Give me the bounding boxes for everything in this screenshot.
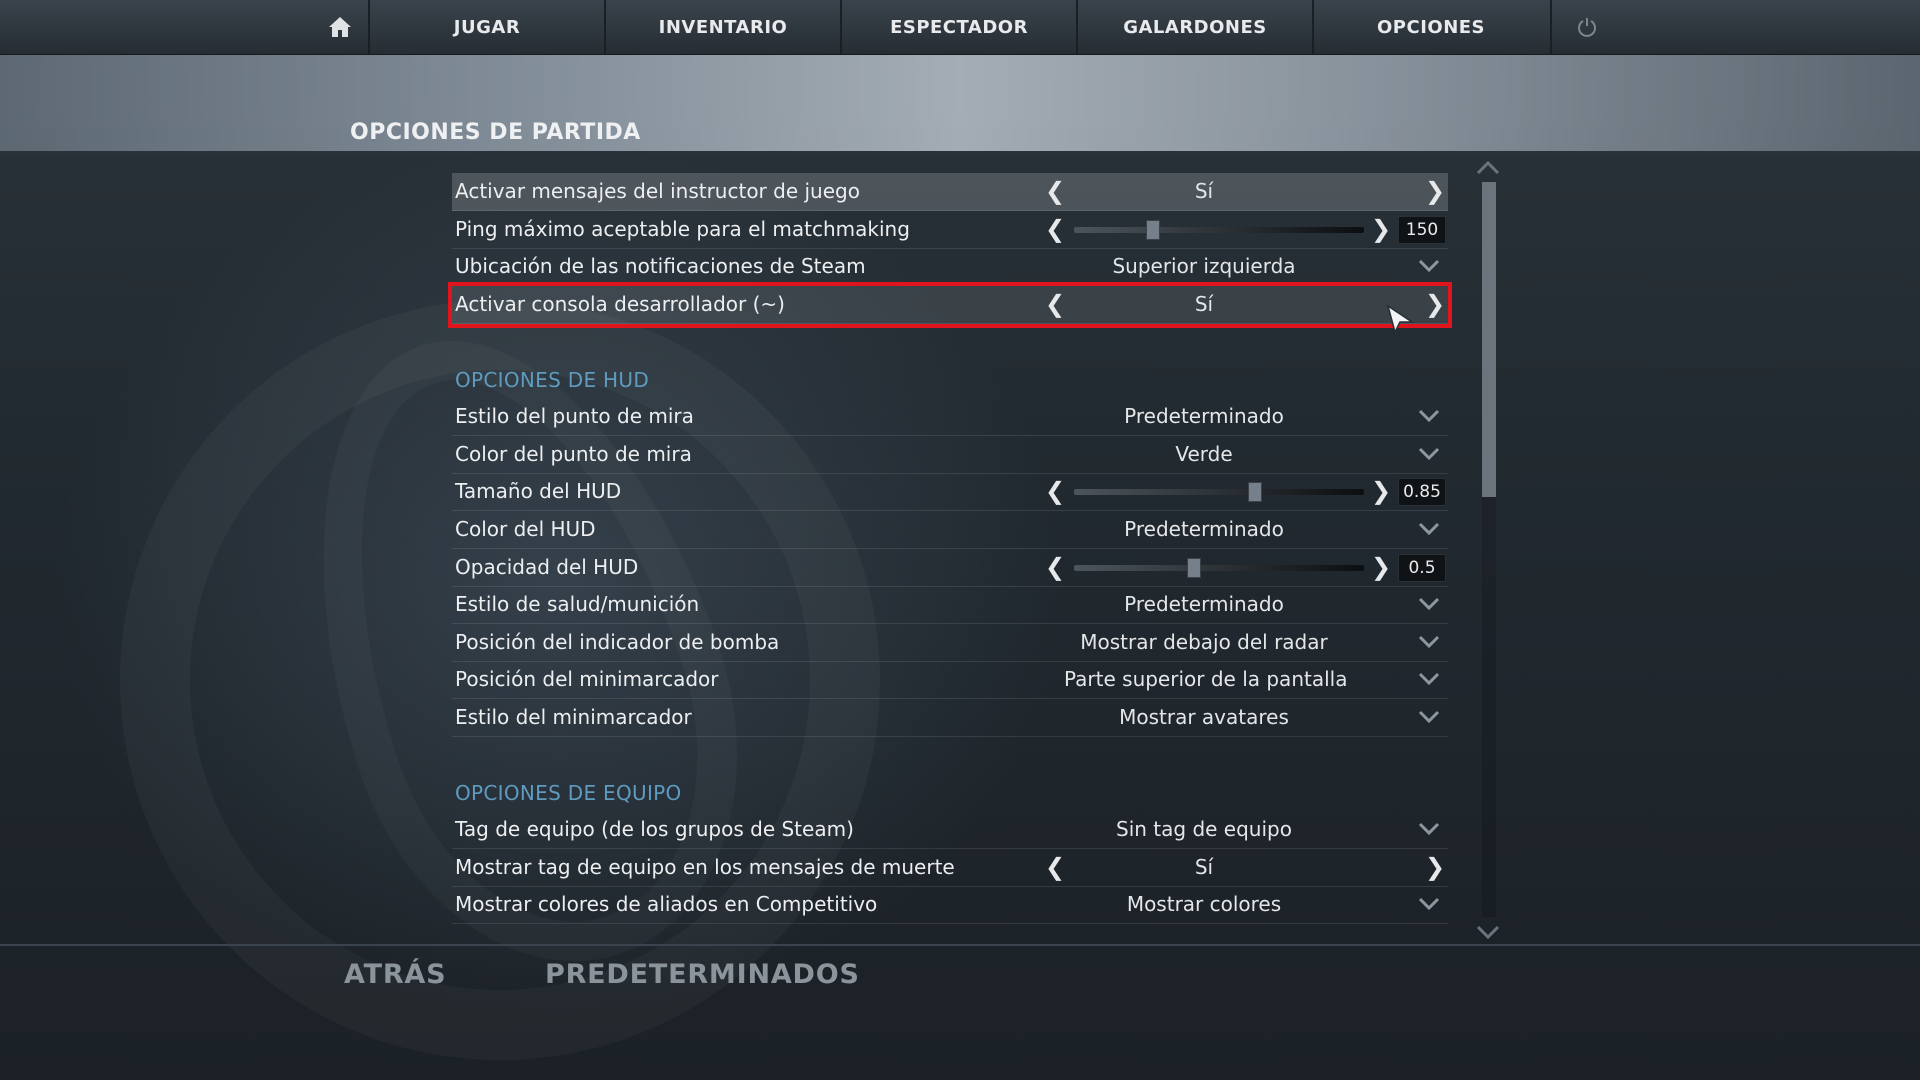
arrow-left-icon[interactable]: ❮ — [1045, 549, 1065, 586]
setting-row-crosshair-color[interactable]: Color del punto de mira Verde — [452, 436, 1448, 474]
chevron-down-icon[interactable] — [1418, 672, 1440, 686]
scrollbar-track[interactable] — [1482, 182, 1496, 917]
title-band — [0, 55, 1920, 155]
chevron-down-icon[interactable] — [1418, 897, 1440, 911]
setting-label: Mostrar colores de aliados en Competitiv… — [455, 892, 878, 916]
setting-value: Verde — [1175, 442, 1233, 466]
setting-label: Estilo del minimarcador — [455, 705, 692, 729]
arrow-left-icon[interactable]: ❮ — [1045, 286, 1065, 323]
arrow-left-icon[interactable]: ❮ — [1045, 211, 1065, 248]
setting-label: Mostrar tag de equipo en los mensajes de… — [455, 855, 955, 879]
slider-knob[interactable] — [1146, 220, 1161, 240]
setting-label: Color del HUD — [455, 517, 596, 541]
nav-espectador[interactable]: ESPECTADOR — [840, 0, 1076, 54]
setting-row-health-ammo[interactable]: Estilo de salud/munición Predeterminado — [452, 586, 1448, 624]
setting-label: Estilo de salud/munición — [455, 592, 700, 616]
top-nav: JUGAR INVENTARIO ESPECTADOR GALARDONES O… — [0, 0, 1920, 55]
defaults-button[interactable]: PREDETERMINADOS — [545, 955, 860, 995]
setting-value: Mostrar avatares — [1119, 705, 1289, 729]
chevron-down-icon[interactable] — [1418, 522, 1440, 536]
nav-jugar[interactable]: JUGAR — [368, 0, 604, 54]
setting-value: Parte superior de la pantalla — [1064, 667, 1348, 691]
section-team: OPCIONES DE EQUIPO — [455, 781, 682, 805]
power-icon — [1578, 18, 1596, 37]
mouse-cursor-icon — [1386, 304, 1414, 335]
setting-value: Mostrar debajo del radar — [1080, 630, 1328, 654]
setting-row-dev-console[interactable]: Activar consola desarrollador (~) ❮ Sí ❯ — [448, 282, 1452, 328]
setting-value: Mostrar colores — [1126, 892, 1282, 916]
setting-label: Estilo del punto de mira — [455, 404, 694, 428]
nav-inventario[interactable]: INVENTARIO — [604, 0, 840, 54]
footer-divider — [0, 944, 1920, 946]
home-button[interactable] — [312, 0, 368, 54]
chevron-down-icon[interactable] — [1418, 635, 1440, 649]
nav-opciones[interactable]: OPCIONES — [1312, 0, 1548, 54]
setting-row-team-tag[interactable]: Tag de equipo (de los grupos de Steam) S… — [452, 811, 1448, 849]
scroll-up-icon[interactable] — [1476, 160, 1500, 176]
setting-row-miniscore-position[interactable]: Posición del minimarcador Parte superior… — [452, 661, 1448, 699]
arrow-right-icon[interactable]: ❯ — [1371, 473, 1391, 510]
slider-knob[interactable] — [1247, 482, 1262, 502]
setting-row-hud-size: Tamaño del HUD ❮ ❯ 0.85 — [452, 473, 1448, 511]
scroll-down-icon[interactable] — [1476, 924, 1500, 940]
chevron-down-icon[interactable] — [1418, 259, 1440, 273]
setting-row-ping: Ping máximo aceptable para el matchmakin… — [452, 211, 1448, 249]
setting-value: Superior izquierda — [1112, 254, 1296, 278]
setting-value: Sí — [1194, 179, 1214, 203]
setting-value: Sí — [1194, 292, 1214, 316]
section-hud: OPCIONES DE HUD — [455, 368, 650, 392]
setting-label: Opacidad del HUD — [455, 555, 639, 579]
setting-label: Ubicación de las notificaciones de Steam — [455, 254, 866, 278]
setting-label: Activar mensajes del instructor de juego — [455, 179, 860, 203]
setting-label: Activar consola desarrollador (~) — [455, 292, 785, 316]
arrow-left-icon[interactable]: ❮ — [1045, 473, 1065, 510]
ping-slider[interactable] — [1074, 220, 1364, 240]
arrow-right-icon[interactable]: ❯ — [1425, 173, 1445, 210]
arrow-right-icon[interactable]: ❯ — [1371, 549, 1391, 586]
chevron-down-icon[interactable] — [1418, 710, 1440, 724]
setting-row-show-tag-kill[interactable]: Mostrar tag de equipo en los mensajes de… — [452, 849, 1448, 887]
arrow-right-icon[interactable]: ❯ — [1425, 286, 1445, 323]
setting-row-hud-opacity: Opacidad del HUD ❮ ❯ 0.5 — [452, 549, 1448, 587]
setting-value: Predeterminado — [1124, 517, 1284, 541]
setting-value: Sin tag de equipo — [1116, 817, 1292, 841]
hud-size-slider[interactable] — [1074, 482, 1364, 502]
setting-value: Predeterminado — [1124, 592, 1284, 616]
setting-value: Predeterminado — [1124, 404, 1284, 428]
chevron-down-icon[interactable] — [1418, 447, 1440, 461]
setting-row-steam-notifications[interactable]: Ubicación de las notificaciones de Steam… — [452, 248, 1448, 286]
setting-label: Posición del indicador de bomba — [455, 630, 780, 654]
arrow-right-icon[interactable]: ❯ — [1425, 849, 1445, 886]
setting-label: Ping máximo aceptable para el matchmakin… — [455, 217, 910, 241]
setting-row-bomb-indicator[interactable]: Posición del indicador de bomba Mostrar … — [452, 624, 1448, 662]
setting-value: Sí — [1194, 855, 1214, 879]
arrow-left-icon[interactable]: ❮ — [1045, 173, 1065, 210]
setting-label: Color del punto de mira — [455, 442, 692, 466]
setting-label: Posición del minimarcador — [455, 667, 719, 691]
back-button[interactable]: ATRÁS — [344, 955, 446, 995]
chevron-down-icon[interactable] — [1418, 597, 1440, 611]
setting-row-ally-colors[interactable]: Mostrar colores de aliados en Competitiv… — [452, 886, 1448, 924]
slider-knob[interactable] — [1186, 558, 1201, 578]
nav-galardones[interactable]: GALARDONES — [1076, 0, 1312, 54]
slider-value[interactable]: 0.5 — [1398, 554, 1446, 582]
setting-row-miniscore-style[interactable]: Estilo del minimarcador Mostrar avatares — [452, 699, 1448, 737]
setting-row-hud-color[interactable]: Color del HUD Predeterminado — [452, 511, 1448, 549]
slider-value[interactable]: 150 — [1398, 216, 1446, 244]
scrollbar-thumb[interactable] — [1482, 182, 1496, 497]
arrow-right-icon[interactable]: ❯ — [1371, 211, 1391, 248]
power-button[interactable] — [1550, 0, 1622, 54]
setting-row-crosshair-style[interactable]: Estilo del punto de mira Predeterminado — [452, 398, 1448, 436]
setting-row-instructor[interactable]: Activar mensajes del instructor de juego… — [452, 173, 1448, 211]
setting-label: Tamaño del HUD — [455, 479, 622, 503]
home-icon — [329, 17, 351, 37]
arrow-left-icon[interactable]: ❮ — [1045, 849, 1065, 886]
slider-value[interactable]: 0.85 — [1398, 478, 1446, 506]
setting-label: Tag de equipo (de los grupos de Steam) — [455, 817, 854, 841]
chevron-down-icon[interactable] — [1418, 409, 1440, 423]
chevron-down-icon[interactable] — [1418, 822, 1440, 836]
page-title: OPCIONES DE PARTIDA — [350, 120, 641, 145]
hud-opacity-slider[interactable] — [1074, 558, 1364, 578]
